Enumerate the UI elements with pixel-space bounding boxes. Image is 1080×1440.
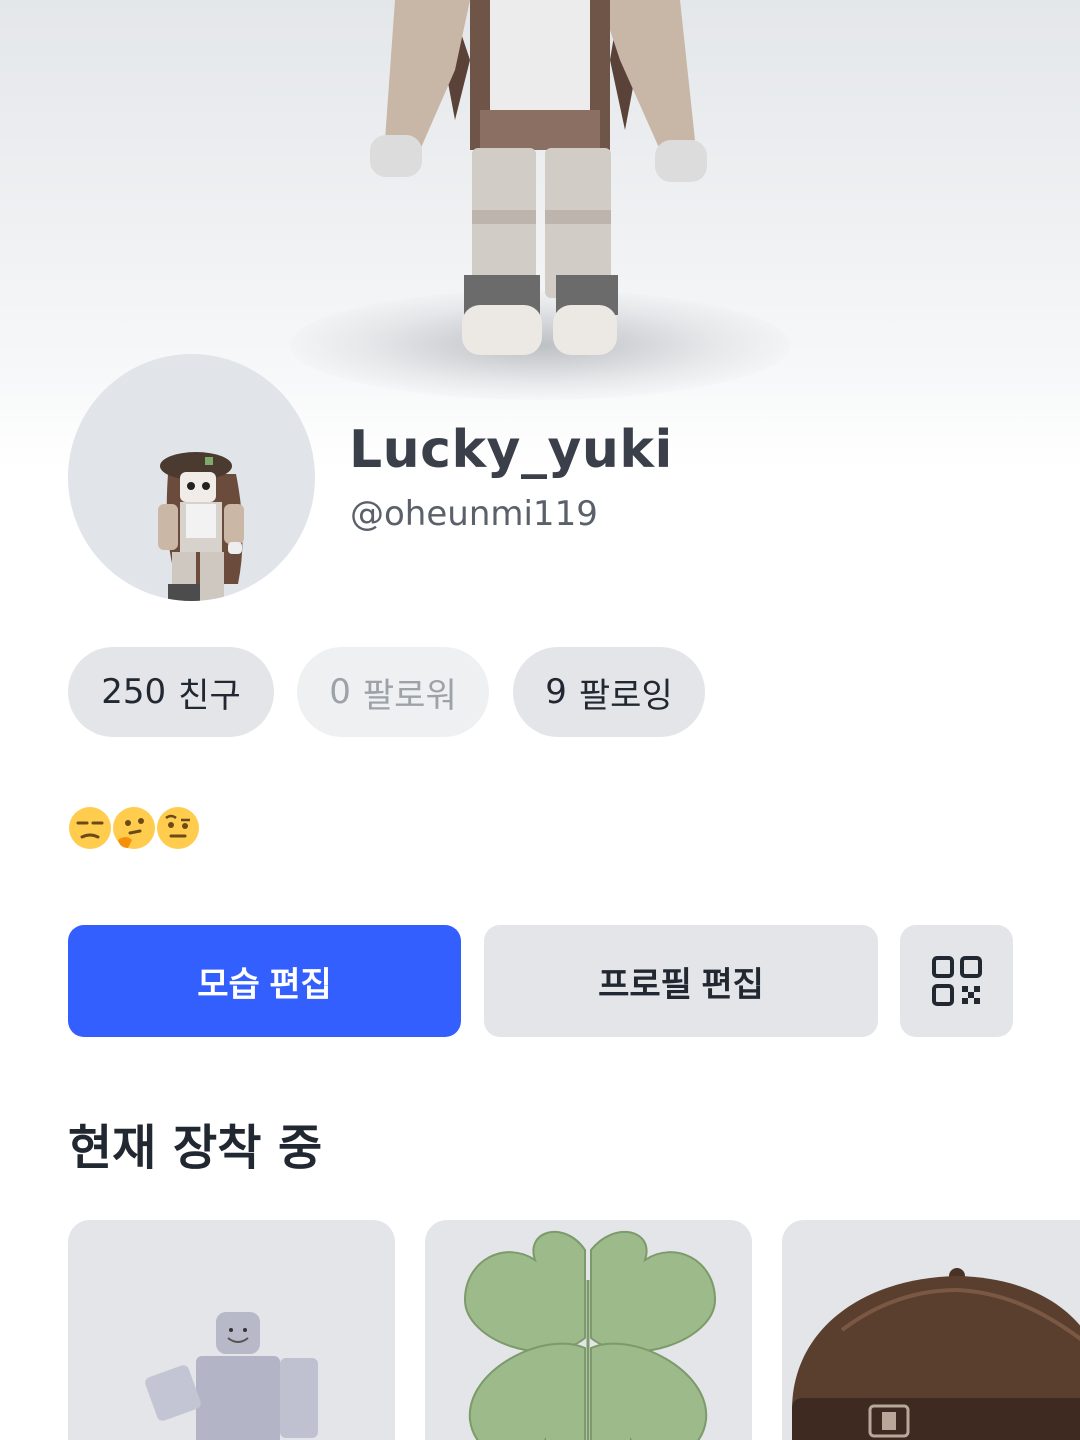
avatar-headshot-image [158, 452, 244, 601]
friends-label: 친구 [178, 675, 241, 716]
wearing-item-card[interactable] [425, 1220, 752, 1440]
friends-chip[interactable]: 250 친구 [68, 647, 274, 737]
edit-profile-button[interactable]: 프로필 편집 [484, 925, 878, 1037]
unamused-face-icon [69, 807, 111, 849]
followers-chip[interactable]: 0 팔로워 [297, 647, 489, 737]
edit-avatar-button[interactable]: 모습 편집 [68, 925, 461, 1037]
avatar-headshot[interactable] [68, 354, 315, 601]
wearing-item-card[interactable] [782, 1220, 1080, 1440]
qr-code-button[interactable] [900, 925, 1013, 1037]
default-avatar-figure-icon [145, 1312, 318, 1440]
followers-label: 팔로워 [362, 675, 457, 716]
friends-count: 250 [101, 672, 167, 712]
following-count: 9 [545, 672, 567, 712]
username: @oheunmi119 [350, 494, 598, 534]
following-chip[interactable]: 9 팔로잉 [513, 647, 705, 737]
face-with-raised-eyebrow-icon [157, 807, 199, 849]
following-label: 팔로잉 [578, 675, 673, 716]
qr-code-icon [931, 956, 982, 1006]
bio [68, 806, 200, 852]
four-leaf-clover-icon [463, 1231, 717, 1440]
brown-newsboy-cap-icon [792, 1268, 1080, 1440]
thinking-face-icon [113, 807, 155, 849]
currently-wearing-title: 현재 장착 중 [68, 1120, 323, 1176]
profile-page: Lucky_yuki @oheunmi119 250 친구 0 팔로워 9 팔로… [0, 0, 1080, 1440]
display-name: Lucky_yuki [349, 420, 673, 480]
followers-count: 0 [329, 672, 351, 712]
wearing-item-card[interactable] [68, 1220, 395, 1440]
